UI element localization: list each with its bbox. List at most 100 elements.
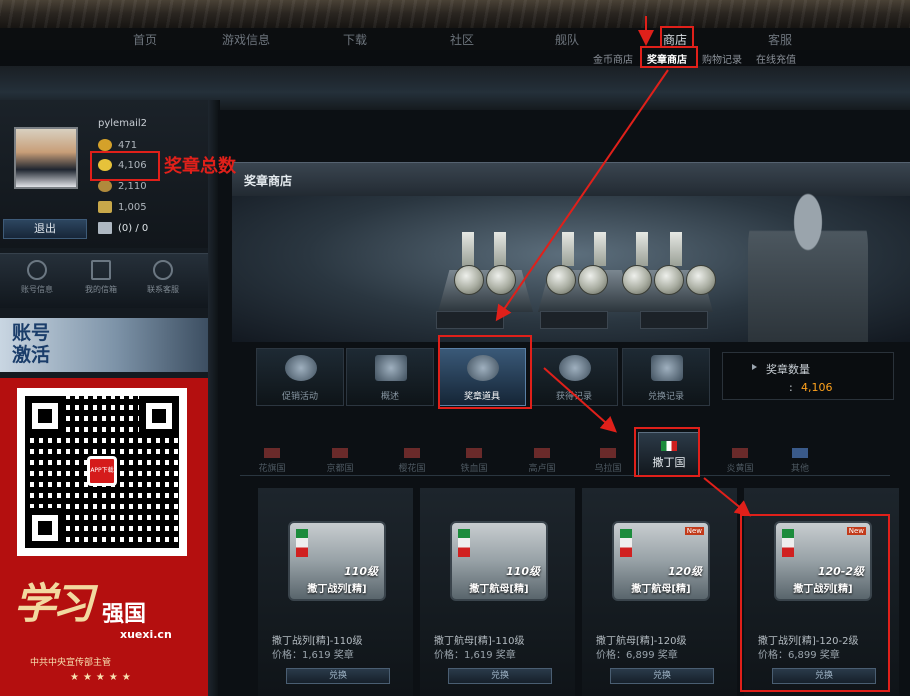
ship-level: 110级 [506,565,540,578]
tab-label: 概述 [380,392,399,402]
plaque [640,311,708,329]
stat-medals-value: 4,106 [118,159,147,171]
nation-tab[interactable]: 高卢国 [510,448,574,474]
tab-medal-items[interactable]: 奖章道具 [438,348,526,406]
stat-trophy: 1,005 [98,201,147,213]
tab-label: 获得记录 [555,392,592,402]
qr-code: APP下载 [17,388,187,556]
redeem-button[interactable]: 兑换 [610,668,714,684]
item-price: 价格：6,899 奖章 [596,650,678,661]
nav-download[interactable]: 下载 [343,31,367,48]
avatar[interactable] [14,127,78,189]
medal-icon [546,265,576,295]
nav-game-info[interactable]: 游戏信息 [222,31,270,48]
subnav-recharge[interactable]: 在线充值 [756,51,796,66]
item-title: 撒丁航母[精]-110级 [434,636,525,647]
nation-label: 樱花国 [398,464,426,474]
nation-tab[interactable]: 乌拉国 [576,448,640,474]
logout-button[interactable]: 退出 [3,219,87,239]
annotation-label: 奖章总数 [164,156,236,177]
italy-flag-icon [661,441,677,451]
nation-tab[interactable]: 炎黄国 [708,448,772,474]
nation-tab[interactable]: 樱花国 [380,448,444,474]
ship-level: 120-2级 [817,565,864,578]
quick-mailbox[interactable]: 我的信箱 [78,260,124,295]
ship-image[interactable]: 110级撒丁航母[精] [450,521,548,601]
quick-account-label: 账号信息 [21,285,53,294]
item-card: 110级 撒丁战列[精] 撒丁战列[精]-110级 价格：1,619 奖章 兑换 [258,488,413,696]
chip-icon [98,180,112,192]
medal-count-colon: : [789,381,793,394]
stat-gold-value: 471 [118,139,138,151]
quick-mailbox-label: 我的信箱 [85,285,117,294]
subnav-medal-shop[interactable]: 奖章商店 [647,51,687,66]
xuexi-stars: ★★★★★ [70,672,135,683]
nation-tab[interactable]: 京都国 [308,448,372,474]
nation-tab[interactable]: 其他 [768,448,832,474]
gold-coin-icon [98,139,112,151]
flag-icon [732,448,748,458]
tab-promotions[interactable]: 促销活动 [256,348,344,406]
nav-shop[interactable]: 商店 [663,31,687,48]
subnav-gold-shop[interactable]: 金币商店 [593,51,633,66]
redeem-button[interactable]: 兑换 [286,668,390,684]
ribbon [636,232,648,266]
panel-title: 奖章商店 [244,174,293,188]
flag-icon [466,448,482,458]
account-activation-banner[interactable]: 账号 激活 [0,318,210,372]
quick-account-info[interactable]: 账号信息 [14,260,60,295]
stat-medals: 4,106 [98,159,147,171]
quick-support-label: 联系客服 [147,285,179,294]
stat-mail-value[interactable]: (0) / 0 [118,223,148,234]
ship-image[interactable]: New 120-2级 撒丁战列[精] [774,521,872,601]
tab-redeem-history[interactable]: 兑换记录 [622,348,710,406]
cart-icon [651,355,683,381]
nation-label: 高卢国 [528,464,556,474]
redeem-button[interactable]: 兑换 [772,668,876,684]
tab-earn-history[interactable]: 获得记录 [530,348,618,406]
tab-label: 奖章道具 [463,392,500,402]
nav-community[interactable]: 社区 [450,31,474,48]
nation-label: 铁血国 [460,464,488,474]
xuexi-calligraphy: 学习 [14,579,94,628]
tab-label: 兑换记录 [647,392,684,402]
play-triangle-icon [752,364,757,370]
nav-fleet[interactable]: 舰队 [555,31,579,48]
new-badge: New [846,527,866,535]
italy-flag-icon [782,529,794,557]
nation-tab[interactable]: 铁血国 [442,448,506,474]
xuexi-subtitle: 中共中央宣传部主管 [30,658,112,668]
item-price: 价格：1,619 奖章 [272,650,354,661]
trophy-icon [98,201,112,213]
flag-icon [264,448,280,458]
nav-home[interactable]: 首页 [133,31,157,48]
officer-figure [748,182,868,342]
ship-image[interactable]: 110级 撒丁战列[精] [288,521,386,601]
subnav-purchase-history[interactable]: 购物记录 [702,51,742,66]
medal-icon [486,265,516,295]
italy-flag-icon [296,529,308,557]
stat-mail[interactable]: (0) / 0 [98,222,148,234]
redeem-button[interactable]: 兑换 [448,668,552,684]
item-card: 110级 撒丁航母[精] 撒丁航母[精]-110级 价格：1,619 奖章 兑换 [420,488,575,696]
ship-name: 撒丁航母[精] [631,584,691,595]
nav-support[interactable]: 客服 [768,31,792,48]
nation-tab-sardinia[interactable]: 撒丁国 [638,432,700,476]
tab-overview[interactable]: 概述 [346,348,434,406]
ship-name: 撒丁航母[精] [469,584,529,595]
italy-flag-icon [620,529,632,557]
stat-gold: 471 [98,139,137,151]
quick-support[interactable]: 联系客服 [140,260,186,295]
ship-image[interactable]: New 120级 撒丁航母[精] [612,521,710,601]
nation-label: 炎黄国 [726,464,754,474]
flag-icon [600,448,616,458]
shop-tabs: 促销活动 概述 奖章道具 获得记录 兑换记录 [232,345,722,407]
flag-icon [332,448,348,458]
nation-tab[interactable]: 花旗国 [240,448,304,474]
nation-label: 乌拉国 [594,464,622,474]
tab-label: 促销活动 [281,392,318,402]
ribbon [562,232,574,266]
scroll-icon [375,355,407,381]
ribbon [462,232,474,266]
mail-icon [98,222,112,234]
